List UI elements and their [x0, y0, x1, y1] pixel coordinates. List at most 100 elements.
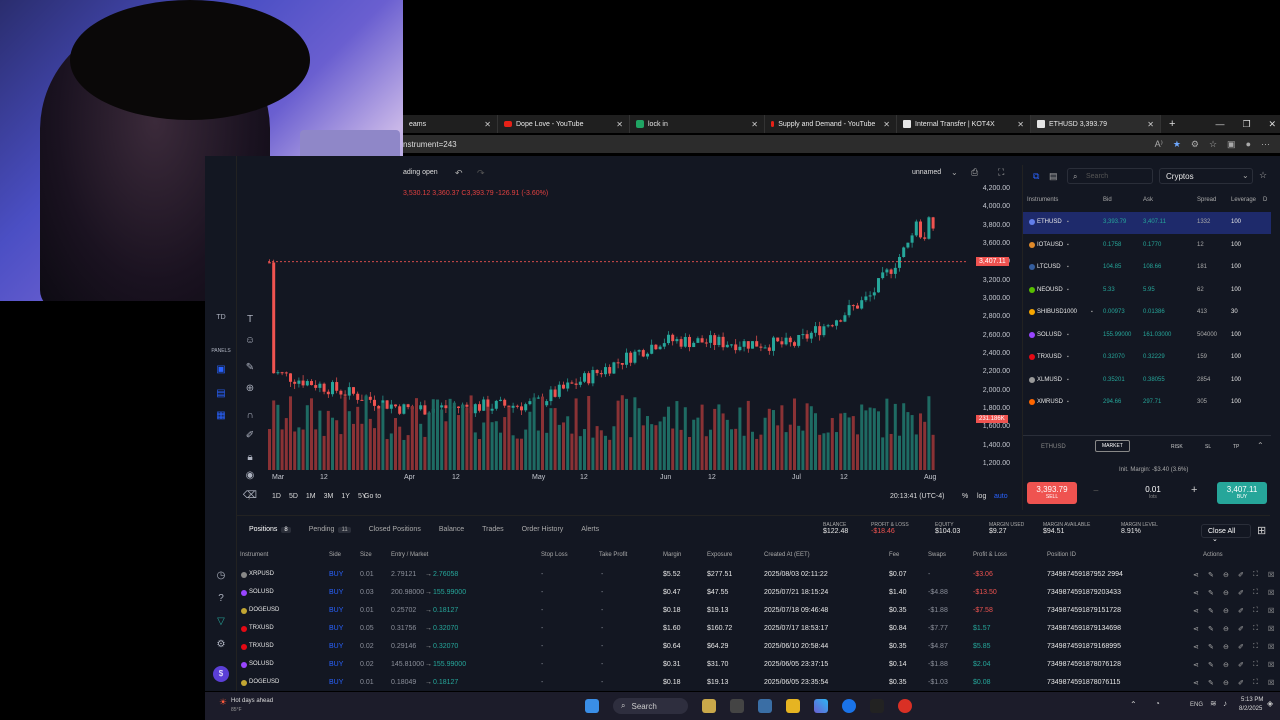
support-icon[interactable]: ? [211, 593, 231, 604]
expand-icon[interactable]: ⛶ [1253, 643, 1258, 651]
close-icon[interactable]: ☒ [1268, 589, 1274, 597]
close-circle-icon[interactable]: ⊖ [1223, 589, 1229, 597]
positions-tab-2[interactable]: Closed Positions [369, 526, 421, 533]
close-icon[interactable]: ☒ [1268, 571, 1274, 579]
close-circle-icon[interactable]: ⊖ [1223, 679, 1229, 687]
browser-tab-4[interactable]: Internal Transfer | KOT4X ✕ [897, 115, 1031, 133]
range-button-5d[interactable]: 5D [289, 493, 298, 500]
category-dropdown[interactable]: Cryptos ⌄ [1159, 168, 1253, 184]
share-icon[interactable]: ⋖ [1193, 661, 1199, 669]
layout-dropdown-icon[interactable]: ⌄ [951, 168, 958, 177]
file-explorer-icon[interactable] [786, 699, 800, 713]
close-icon[interactable]: ☒ [1268, 679, 1274, 687]
restore-icon[interactable]: ❐ [1242, 119, 1250, 130]
close-all-button[interactable]: Close All ⌄ [1201, 524, 1251, 543]
position-row[interactable]: DOGEUSD BUY 0.01 0.25702 → 0.18127 - - $0.18 $19.… [237, 602, 1274, 620]
range-button-3m[interactable]: 3M [324, 493, 334, 500]
close-tab-icon[interactable]: ✕ [875, 120, 890, 129]
edit-icon[interactable]: ✎ [1208, 643, 1214, 651]
tp-tab[interactable]: TP [1233, 444, 1239, 450]
share-icon[interactable]: ⋖ [1193, 679, 1199, 687]
chart-link-icon[interactable]: ⧉ [1033, 171, 1039, 182]
close-tab-icon[interactable]: ✕ [1009, 120, 1024, 129]
close-icon[interactable]: ☒ [1268, 625, 1274, 633]
edit-icon[interactable]: ✎ [1208, 679, 1214, 687]
clock-time[interactable]: 5:13 PM [1241, 697, 1263, 703]
buy-button[interactable]: 3,407.11 BUY [1217, 482, 1267, 504]
positions-tab-5[interactable]: Order History [522, 526, 564, 533]
copilot-icon[interactable] [814, 699, 828, 713]
edit-icon[interactable]: ✎ [1208, 571, 1214, 579]
search-box[interactable]: ⌕ Search [1067, 168, 1153, 184]
edit-icon[interactable]: ✎ [1208, 661, 1214, 669]
settings-icon[interactable]: ⚙ [211, 639, 231, 650]
positions-tab-1[interactable]: Pending 11 [309, 526, 351, 533]
expand-icon[interactable]: ⛶ [1253, 589, 1258, 597]
panel-split-icon[interactable]: ▤ [211, 388, 231, 399]
browser-tab-1[interactable]: Dope Love - YouTube ✕ [498, 115, 630, 133]
windows-start-icon[interactable] [585, 699, 599, 713]
position-row[interactable]: TRXUSD BUY 0.02 0.29146 → 0.32070 - - $0.64 $64.2… [237, 638, 1274, 656]
edit-sl-icon[interactable]: ✐ [1238, 625, 1244, 633]
lots-decrease-icon[interactable]: − [1093, 486, 1099, 497]
scroll-left-icon[interactable]: ⟩ [248, 493, 251, 501]
tray-expand-icon[interactable]: ⌃ [1130, 700, 1137, 709]
collections-icon[interactable]: ▣ [1227, 139, 1236, 150]
weather-text[interactable]: Hot days ahead [231, 698, 273, 704]
instrument-row[interactable]: SOLUSD ▪ 155.99000 161.03000 504000 100 [1023, 325, 1271, 347]
eye-icon[interactable]: ◉ [240, 470, 260, 481]
volume-icon[interactable]: ♪ [1223, 699, 1227, 708]
expand-icon[interactable]: ⛶ [1253, 625, 1258, 633]
network-icon[interactable]: ◔ [1155, 699, 1160, 708]
terminal-icon[interactable] [870, 699, 884, 713]
layout-name[interactable]: unnamed [912, 169, 941, 176]
instrument-row[interactable]: XMRUSD ▪ 294.66 297.71 305 100 [1023, 392, 1271, 414]
close-icon[interactable]: ☒ [1268, 643, 1274, 651]
close-tab-icon[interactable]: ✕ [476, 120, 491, 129]
instrument-row[interactable]: XLMUSD ▪ 0.35201 0.38055 2854 100 [1023, 370, 1271, 392]
widgets-icon[interactable] [702, 699, 716, 713]
positions-tab-6[interactable]: Alerts [581, 526, 599, 533]
browser-tab-0[interactable]: eams ✕ [403, 115, 498, 133]
expand-icon[interactable]: ⛶ [1253, 607, 1258, 615]
browser-tab-3[interactable]: Supply and Demand - YouTube ✕ [765, 115, 897, 133]
undo-icon[interactable]: ↶ [455, 168, 463, 179]
lock-icon[interactable]: 🔒︎ [240, 452, 260, 463]
zoom-in-icon[interactable]: ⊕ [240, 383, 260, 394]
edit-icon[interactable]: ✎ [1208, 589, 1214, 597]
close-tab-icon[interactable]: ✕ [608, 120, 623, 129]
edit-sl-icon[interactable]: ✐ [1238, 679, 1244, 687]
position-row[interactable]: TRXUSD BUY 0.05 0.31756 → 0.32070 - - $1.60 $160.… [237, 620, 1274, 638]
magnet-icon[interactable]: ∩ [240, 410, 260, 421]
favorites-star-icon[interactable]: ☆ [1259, 170, 1267, 181]
wifi-icon[interactable]: ≋ [1210, 699, 1217, 708]
risk-tab[interactable]: RISK [1171, 444, 1183, 450]
panel-grid-icon[interactable]: ▦ [211, 410, 231, 421]
read-aloud-icon[interactable]: A⁾ [1155, 139, 1163, 150]
minimize-icon[interactable]: — [1215, 119, 1224, 129]
share-icon[interactable]: ⋖ [1193, 625, 1199, 633]
notification-icon[interactable]: ◈ [1267, 699, 1273, 708]
chrome-icon[interactable] [842, 699, 856, 713]
close-circle-icon[interactable]: ⊖ [1223, 571, 1229, 579]
more-menu-icon[interactable]: ⋯ [1261, 139, 1270, 150]
collapse-icon[interactable]: ⌃ [1257, 441, 1264, 450]
pencil-lock-icon[interactable]: ✐ [240, 430, 260, 441]
goto-button[interactable]: Go to [364, 493, 381, 500]
edit-icon[interactable]: ✎ [1208, 607, 1214, 615]
instrument-row[interactable]: LTCUSD ▪ 104.85 108.66 181 100 [1023, 257, 1271, 279]
ruler-tool-icon[interactable]: ✎ [240, 362, 260, 373]
favorite-star-icon[interactable]: ★ [1173, 139, 1181, 150]
instrument-row[interactable]: ETHUSD ▪ 3,393.79 3,407.11 1332 100 [1023, 212, 1271, 234]
percent-toggle[interactable]: % [962, 493, 968, 500]
browser-tab-5[interactable]: ETHUSD 3,393.79 ✕ [1031, 115, 1161, 133]
positions-tab-0[interactable]: Positions 8 [249, 526, 291, 533]
edit-sl-icon[interactable]: ✐ [1238, 607, 1244, 615]
list-view-icon[interactable]: ▤ [1049, 171, 1058, 182]
close-tab-icon[interactable]: ✕ [743, 120, 758, 129]
close-window-icon[interactable]: ✕ [1269, 119, 1277, 130]
edit-sl-icon[interactable]: ✐ [1238, 643, 1244, 651]
clock-icon[interactable]: ◷ [211, 570, 231, 581]
address-bar[interactable]: nstrument=243 A⁾ ★ ⚙ ☆ ▣ ● ⋯ [403, 135, 1280, 153]
position-row[interactable]: XRPUSD BUY 0.01 2.79121 → 2.76058 - - $5.52 $277.… [237, 566, 1274, 584]
